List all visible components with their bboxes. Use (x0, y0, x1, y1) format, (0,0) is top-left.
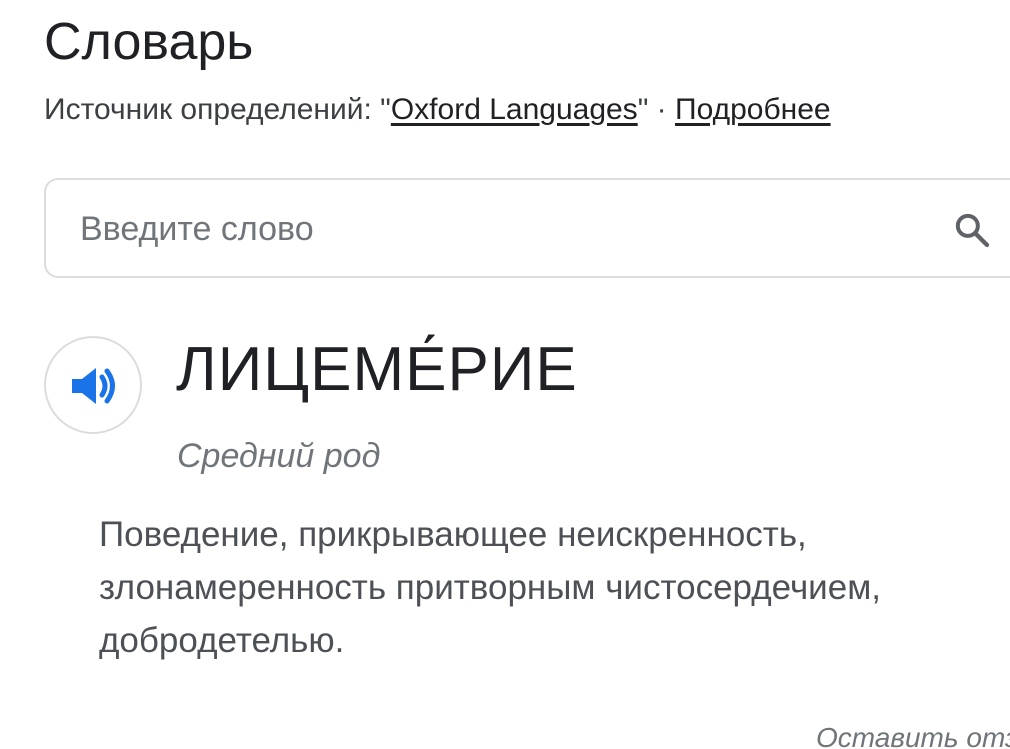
feedback-link[interactable]: Оставить отзыв (816, 718, 1010, 749)
part-of-speech: Средний род (177, 437, 381, 475)
search-icon[interactable] (952, 210, 992, 250)
source-prefix: Источник определений: " (44, 93, 391, 126)
search-input[interactable] (80, 204, 900, 254)
search-box (44, 178, 1010, 278)
definition-text: Поведение, прикрывающее неискренность, з… (99, 515, 881, 660)
headword: ЛИЦЕМЕ́РИЕ (176, 335, 578, 404)
dictionary-title: Словарь (44, 13, 254, 71)
source-suffix: " · (637, 93, 675, 126)
speaker-icon (72, 368, 115, 404)
dictionary-card: Словарь Источник определений: "Oxford La… (0, 0, 1010, 749)
more-info-link[interactable]: Подробнее (675, 93, 831, 126)
definition-source: Источник определений: "Oxford Languages"… (44, 90, 831, 130)
oxford-languages-link[interactable]: Oxford Languages (391, 93, 638, 126)
pronunciation-button[interactable] (44, 336, 142, 434)
